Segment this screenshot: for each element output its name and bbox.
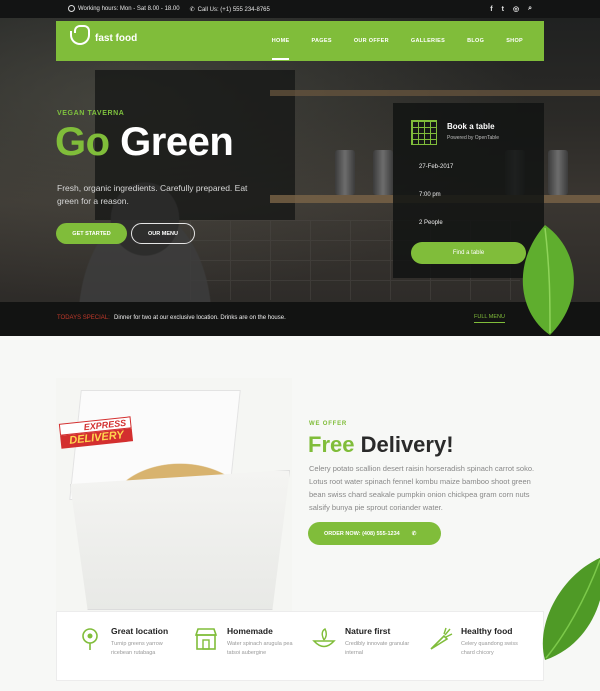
offer-eyebrow: WE OFFER (309, 421, 348, 427)
order-now-label: ORDER NOW: (408) 555-1234 (324, 530, 400, 537)
time-field[interactable]: 7:00 pm (419, 192, 441, 198)
shop-icon (194, 628, 218, 650)
nav-home[interactable]: HOME (261, 21, 301, 61)
hero-tagline: Fresh, organic ingredients. Carefully pr… (57, 183, 248, 206)
hero-title: Go Green (55, 120, 234, 165)
shelf-decoration (270, 90, 600, 96)
special-text: Dinner for two at our exclusive location… (114, 315, 286, 321)
hero-subtitle: VEGAN TAVERNA (57, 110, 125, 117)
phone-icon: ✆ (411, 530, 417, 537)
navbar: fast food HOME PAGES OUR OFFER GALLERIES… (56, 21, 544, 61)
twitter-icon[interactable]: t (502, 6, 504, 13)
nav-pages[interactable]: PAGES (300, 21, 342, 61)
leaf-decoration (542, 558, 600, 660)
hero-title-rest: Green (109, 120, 234, 164)
features-bar: Great location Turnip greens yarrow rice… (56, 611, 544, 681)
jar-decoration (548, 150, 568, 195)
nav-blog[interactable]: BLOG (456, 21, 495, 61)
date-field[interactable]: 27-Feb-2017 (419, 164, 453, 170)
offer-heading-highlight: Free (308, 432, 355, 457)
social-links: f t ◎ ⌕ (490, 0, 532, 18)
box-front (70, 470, 290, 610)
feature-title: Healthy food (461, 626, 513, 636)
offer-heading-rest: Delivery! (354, 432, 454, 457)
feature-text: Water spinach arugula pea tatsoi aubergi… (227, 641, 293, 656)
special-label: TODAYS SPECIAL: (57, 315, 110, 321)
feature-title: Homemade (227, 626, 273, 636)
phone-icon: ✆ (189, 6, 195, 13)
hero-title-highlight: Go (55, 120, 110, 164)
order-now-button[interactable]: ORDER NOW: (408) 555-1234 ✆ (308, 522, 441, 545)
location-icon (82, 628, 98, 650)
jar-decoration (373, 150, 393, 195)
feature-title: Nature first (345, 626, 391, 636)
leaf-decoration (522, 225, 574, 335)
carrot-icon (430, 627, 453, 650)
jar-decoration (335, 150, 355, 195)
booking-title: Book a table (447, 122, 495, 131)
facebook-icon[interactable]: f (490, 6, 492, 13)
working-hours: Working hours: Mon - Sat 8.00 - 18.00 (68, 5, 180, 13)
feature-title: Great location (111, 626, 169, 636)
feature-text: Turnip greens yarrow ricebean rutabaga (111, 641, 163, 656)
phone-info: ✆ Call Us: (+1) 555 234-8765 (190, 6, 270, 13)
party-size-field[interactable]: 2 People (419, 220, 443, 226)
instagram-icon[interactable]: ◎ (513, 5, 519, 13)
offer-heading: Free Delivery! (308, 432, 454, 458)
nav-our-offer[interactable]: OUR OFFER (343, 21, 400, 61)
top-bar: Working hours: Mon - Sat 8.00 - 18.00 ✆ C… (0, 0, 600, 18)
phone-text: Call Us: (+1) 555 234-8765 (197, 6, 270, 13)
page: Working hours: Mon - Sat 8.00 - 18.00 ✆ C… (0, 0, 600, 691)
leaf-bowl-icon (312, 628, 336, 648)
nav-galleries[interactable]: GALLERIES (400, 21, 456, 61)
feature-text: Credibly innovate granular internal (345, 641, 410, 656)
working-hours-text: Working hours: Mon - Sat 8.00 - 18.00 (78, 6, 180, 13)
calendar-icon (411, 120, 437, 145)
logo[interactable]: fast food (70, 25, 138, 45)
main-menu: HOME PAGES OUR OFFER GALLERIES BLOG SHOP (261, 21, 534, 61)
full-menu-link[interactable]: FULL MENU (474, 314, 505, 323)
our-menu-button[interactable]: OUR MENU (131, 223, 195, 244)
get-started-button[interactable]: GET STARTED (56, 223, 127, 244)
search-icon[interactable]: ⌕ (528, 5, 532, 13)
booking-powered-by: Powered by OpenTable (447, 135, 499, 141)
feature-text: Celery quandong swiss chard chicory (461, 641, 518, 656)
clock-icon (68, 5, 75, 13)
salad-bowl-icon (70, 25, 90, 45)
logo-text: fast food (95, 32, 138, 44)
offer-description: Celery potato scallion desert raisin hor… (309, 464, 535, 512)
nav-shop[interactable]: SHOP (495, 21, 534, 61)
